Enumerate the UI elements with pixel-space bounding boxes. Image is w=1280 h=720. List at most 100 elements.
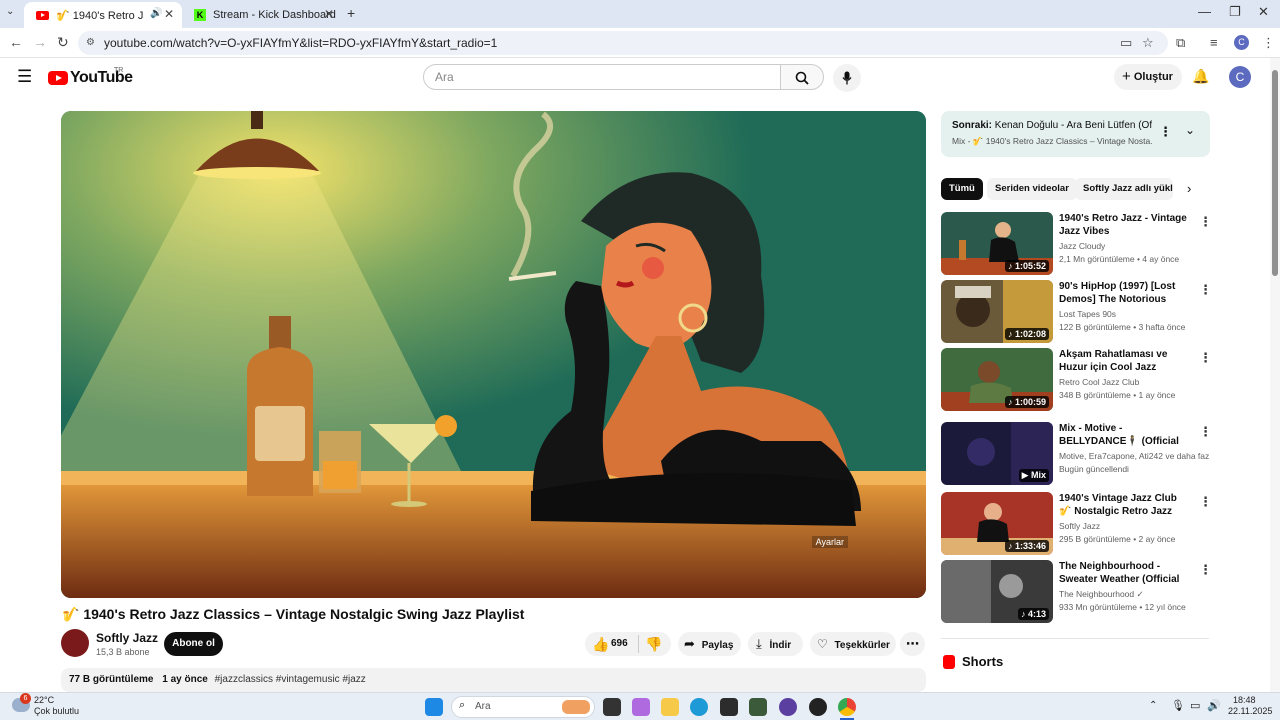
more-options-icon[interactable]: ⋮ <box>1199 424 1212 440</box>
hashtags[interactable]: #jazzclassics #vintagemusic #jazz <box>215 674 366 685</box>
up-next-banner[interactable]: Sonraki: Kenan Doğulu - Ara Beni Lütfen … <box>941 111 1210 157</box>
extensions-icon[interactable]: ⧉ <box>1176 35 1185 51</box>
create-label: Oluştur <box>1133 71 1173 83</box>
expand-chevron-icon[interactable]: ⌄ <box>1185 123 1195 137</box>
network-icon[interactable]: ▭ <box>1190 699 1200 712</box>
microphone-icon[interactable]: 🎙 <box>1171 699 1185 712</box>
clock-time[interactable]: 18:48 <box>1233 695 1256 705</box>
scrollbar-thumb[interactable] <box>1272 70 1278 276</box>
video-player[interactable]: Ayarlar <box>61 111 926 598</box>
minimize-icon[interactable]: — <box>1198 4 1211 19</box>
weather-temp[interactable]: 22°C <box>34 695 54 705</box>
weather-desc[interactable]: Çok bulutlu <box>34 706 79 716</box>
dislike-button[interactable]: 👎 <box>645 632 662 656</box>
download-button[interactable]: ⤓ İndir <box>748 632 803 656</box>
search-input[interactable]: Ara <box>423 64 781 90</box>
recommendation-item[interactable]: ▶ Mix Mix - Motive - BELLYDANCE🕴 (Offici… <box>941 422 1212 486</box>
chip-series[interactable]: Seriden videolar <box>987 178 1077 200</box>
recommendation-item[interactable]: ♪ 1:33:46 1940's Vintage Jazz Club 🎷 Nos… <box>941 492 1212 556</box>
video-thumbnail[interactable]: ♪ 4:13 <box>941 560 1053 623</box>
recommendation-meta: 295 B görüntüleme • 2 ay önce <box>1059 534 1176 544</box>
recommendation-item[interactable]: ♪ 1:00:59 Akşam Rahatlaması ve Huzur içi… <box>941 348 1212 412</box>
more-options-icon[interactable]: ⋮ <box>1199 562 1212 578</box>
close-tab-icon[interactable]: ✕ <box>324 7 334 21</box>
more-actions-icon[interactable]: ⋯ <box>900 632 925 656</box>
thanks-heart-icon: ♡ <box>817 637 828 651</box>
duration-badge: ♪ 4:13 <box>1017 608 1049 620</box>
next-more-icon[interactable]: ⋮ <box>1159 124 1172 140</box>
subscribe-button[interactable]: Abone ol <box>164 632 223 656</box>
video-thumbnail[interactable]: ♪ 1:33:46 <box>941 492 1053 555</box>
address-bar[interactable]: ⚙ youtube.com/watch?v=O-yxFIAYfmY&list=R… <box>78 31 1168 55</box>
more-options-icon[interactable]: ⋮ <box>1199 282 1212 298</box>
tab-search-chevron-icon[interactable]: ⌄ <box>6 6 14 17</box>
video-thumbnail[interactable]: ♪ 1:00:59 <box>941 348 1053 411</box>
video-thumbnail[interactable]: ▶ Mix <box>941 422 1053 485</box>
share-button[interactable]: ➦ Paylaş <box>678 632 741 656</box>
notifications-bell-icon[interactable]: 🔔 <box>1192 68 1209 85</box>
clock-date[interactable]: 22.11.2025 <box>1228 706 1272 716</box>
posted-time: 1 ay önce <box>162 674 208 685</box>
account-avatar[interactable]: C <box>1229 66 1251 88</box>
next-title: Kenan Doğulu - Ara Beni Lütfen (Offi... <box>994 120 1152 131</box>
copilot-icon[interactable] <box>632 698 650 716</box>
edge-icon[interactable] <box>690 698 708 716</box>
share-arrow-icon: ➦ <box>684 636 695 651</box>
recommendation-item[interactable]: ♪ 1:05:52 1940's Retro Jazz - Vintage Ja… <box>941 212 1212 276</box>
recommendation-item[interactable]: ♪ 1:02:08 90's HipHop (1997) [Lost Demos… <box>941 280 1212 344</box>
profile-avatar[interactable]: C <box>1234 35 1249 50</box>
voice-search-button[interactable] <box>833 64 861 92</box>
video-thumbnail[interactable]: ♪ 1:05:52 <box>941 212 1053 275</box>
channel-avatar[interactable] <box>61 629 89 657</box>
taskbar-search[interactable]: ⌕ Ara <box>451 696 595 718</box>
browser-menu-icon[interactable]: ⋮ <box>1262 35 1275 51</box>
recommendation-item[interactable]: ♪ 4:13 The Neighbourhood - Sweater Weath… <box>941 560 1212 624</box>
speaker-icon[interactable]: 🔊 <box>150 8 162 19</box>
duration-badge: ♪ 1:00:59 <box>1004 396 1049 408</box>
windows-start-icon[interactable] <box>425 698 443 716</box>
channel-name[interactable]: Softly Jazz <box>96 631 158 645</box>
create-button[interactable]: + Oluştur <box>1114 64 1182 90</box>
more-options-icon[interactable]: ⋮ <box>1199 214 1212 230</box>
share-label: Paylaş <box>701 640 734 651</box>
more-options-icon[interactable]: ⋮ <box>1199 494 1212 510</box>
task-view-icon[interactable] <box>603 698 621 716</box>
close-window-icon[interactable]: ✕ <box>1258 4 1269 20</box>
hidden-icons-chevron-icon[interactable]: ⌃ <box>1149 700 1157 711</box>
forward-arrow-icon[interactable]: → <box>33 34 47 50</box>
site-info-icon[interactable]: ⚙ <box>86 31 95 55</box>
more-options-icon[interactable]: ⋮ <box>1199 350 1212 366</box>
restore-icon[interactable]: ❐ <box>1229 4 1241 20</box>
youtube-logo[interactable]: YouTube TR <box>48 67 133 87</box>
chrome-icon[interactable] <box>838 698 856 716</box>
app-icon-2[interactable] <box>749 698 767 716</box>
recommendation-title: 90's HipHop (1997) [Lost Demos] The Noto… <box>1059 281 1176 305</box>
chip-all[interactable]: Tümü <box>941 178 983 200</box>
next-mix-name: Mix - 🎷 1940's Retro Jazz Classics – Vin… <box>952 136 1152 146</box>
app-icon-4[interactable] <box>809 698 827 716</box>
file-explorer-icon[interactable] <box>661 698 679 716</box>
tab-youtube[interactable]: 🎷 1940's Retro Jazz Classi 🔊 ✕ <box>24 2 182 28</box>
bookmark-star-icon[interactable]: ☆ <box>1142 35 1154 51</box>
recommendation-channel: Jazz Cloudy <box>1059 241 1106 251</box>
app-icon-3[interactable] <box>779 698 797 716</box>
hamburger-menu-icon[interactable]: ☰ <box>17 67 32 87</box>
chip-uploads[interactable]: Softly Jazz adlı yükle <box>1075 178 1173 200</box>
cast-icon[interactable]: ▭ <box>1120 35 1132 51</box>
page-scrollbar[interactable] <box>1270 58 1280 692</box>
new-tab-plus-icon[interactable]: + <box>347 5 355 21</box>
tab-kick[interactable]: K Stream - Kick Dashboard ✕ <box>182 2 342 28</box>
search-button[interactable] <box>780 64 824 90</box>
back-arrow-icon[interactable]: ← <box>9 34 23 50</box>
app-icon-1[interactable] <box>720 698 738 716</box>
video-thumbnail[interactable]: ♪ 1:02:08 <box>941 280 1053 343</box>
reload-icon[interactable]: ↻ <box>57 34 69 51</box>
like-button[interactable]: 👍 <box>592 632 609 656</box>
volume-icon[interactable]: 🔊 <box>1207 699 1221 712</box>
description-box[interactable]: 77 B görüntüleme 1 ay önce #jazzclassics… <box>61 668 926 692</box>
media-control-icon[interactable]: ≡ <box>1210 35 1218 50</box>
chips-next-arrow-icon[interactable]: › <box>1187 181 1191 196</box>
close-tab-icon[interactable]: ✕ <box>164 7 174 21</box>
recommendation-channel: Retro Cool Jazz Club <box>1059 377 1140 387</box>
thanks-button[interactable]: ♡ Teşekkürler <box>810 632 896 656</box>
